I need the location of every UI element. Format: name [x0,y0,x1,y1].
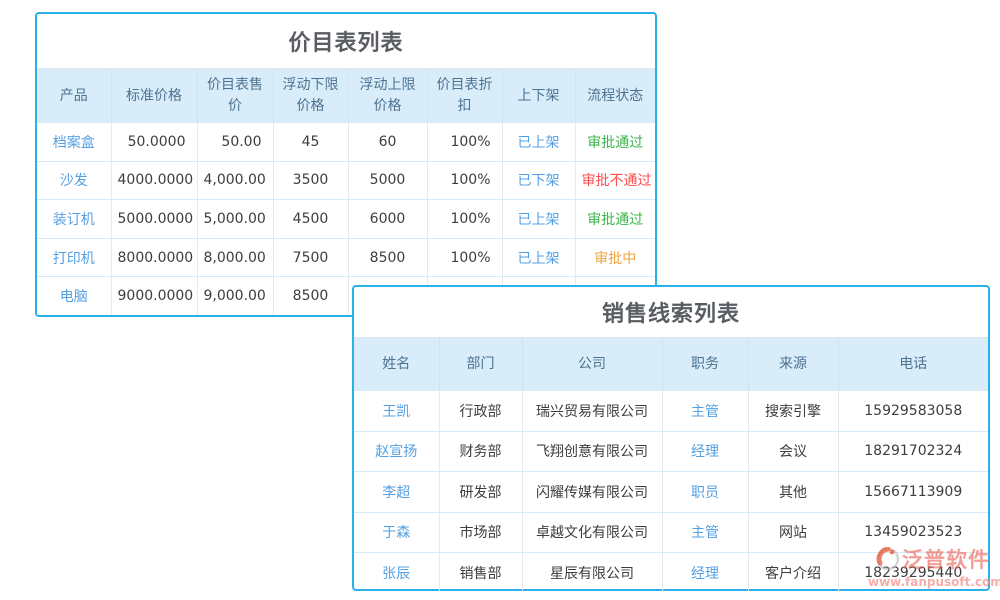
list-price-cell: 50.00 [197,123,273,162]
position-link[interactable]: 主管 [662,391,748,432]
floor-price-cell: 4500 [273,200,348,239]
company-cell: 瑞兴贸易有限公司 [522,391,662,432]
floor-price-cell: 8500 [273,277,348,316]
sales-leads-table: 姓名 部门 公司 职务 来源 电话 王凯 行政部 瑞兴贸易有限公司 主管 搜索引… [354,337,988,593]
position-link[interactable]: 职员 [662,472,748,513]
phone-cell: 15667113909 [838,472,988,513]
lead-row: 张辰 销售部 星辰有限公司 经理 客户介绍 18239295440 [354,553,988,594]
col-header-shelf-status: 上下架 [502,69,575,123]
flow-status-badge: 审批中 [575,238,655,277]
department-cell: 销售部 [439,553,522,594]
position-link[interactable]: 主管 [662,512,748,553]
sales-leads-title: 销售线索列表 [354,287,988,337]
shelf-status-link[interactable]: 已上架 [502,123,575,162]
shelf-status-link[interactable]: 已上架 [502,238,575,277]
price-table-row: 打印机 8000.0000 8,000.00 7500 8500 100% 已上… [37,238,655,277]
floor-price-cell: 45 [273,123,348,162]
price-table-row: 档案盒 50.0000 50.00 45 60 100% 已上架 审批通过 [37,123,655,162]
company-cell: 星辰有限公司 [522,553,662,594]
department-cell: 财务部 [439,431,522,472]
list-price-cell: 5,000.00 [197,200,273,239]
ceiling-price-cell: 8500 [348,238,427,277]
list-price-cell: 4,000.00 [197,161,273,200]
page-background: 价目表列表 产品 标准价格 价目表售价 浮动下限价格 浮动上限价格 价目表折扣 … [0,0,1000,600]
product-link[interactable]: 打印机 [37,238,111,277]
col-header-position: 职务 [662,338,748,391]
price-table-row: 沙发 4000.0000 4,000.00 3500 5000 100% 已下架… [37,161,655,200]
price-list-card: 价目表列表 产品 标准价格 价目表售价 浮动下限价格 浮动上限价格 价目表折扣 … [35,12,657,317]
discount-cell: 100% [427,200,502,239]
lead-row: 李超 研发部 闪耀传媒有限公司 职员 其他 15667113909 [354,472,988,513]
discount-cell: 100% [427,123,502,162]
col-header-name: 姓名 [354,338,439,391]
standard-price-cell: 50.0000 [111,123,197,162]
col-header-phone: 电话 [838,338,988,391]
department-cell: 研发部 [439,472,522,513]
price-list-table: 产品 标准价格 价目表售价 浮动下限价格 浮动上限价格 价目表折扣 上下架 流程… [37,68,655,315]
shelf-status-link[interactable]: 已下架 [502,161,575,200]
source-cell: 其他 [748,472,838,513]
col-header-ceiling-price: 浮动上限价格 [348,69,427,123]
ceiling-price-cell: 6000 [348,200,427,239]
lead-name-link[interactable]: 张辰 [354,553,439,594]
col-header-department: 部门 [439,338,522,391]
shelf-status-link[interactable]: 已上架 [502,200,575,239]
price-list-header-row: 产品 标准价格 价目表售价 浮动下限价格 浮动上限价格 价目表折扣 上下架 流程… [37,69,655,123]
lead-name-link[interactable]: 王凯 [354,391,439,432]
department-cell: 市场部 [439,512,522,553]
product-link[interactable]: 电脑 [37,277,111,316]
ceiling-price-cell: 60 [348,123,427,162]
discount-cell: 100% [427,161,502,200]
source-cell: 客户介绍 [748,553,838,594]
ceiling-price-cell: 5000 [348,161,427,200]
sales-leads-card: 销售线索列表 姓名 部门 公司 职务 来源 电话 王凯 行政部 [352,285,990,591]
product-link[interactable]: 沙发 [37,161,111,200]
flow-status-badge: 审批通过 [575,123,655,162]
col-header-discount: 价目表折扣 [427,69,502,123]
department-cell: 行政部 [439,391,522,432]
standard-price-cell: 8000.0000 [111,238,197,277]
lead-row: 王凯 行政部 瑞兴贸易有限公司 主管 搜索引擎 15929583058 [354,391,988,432]
price-table-row: 装订机 5000.0000 5,000.00 4500 6000 100% 已上… [37,200,655,239]
price-list-title: 价目表列表 [37,14,655,68]
product-link[interactable]: 装订机 [37,200,111,239]
col-header-company: 公司 [522,338,662,391]
source-cell: 搜索引擎 [748,391,838,432]
lead-name-link[interactable]: 赵宣扬 [354,431,439,472]
position-link[interactable]: 经理 [662,553,748,594]
lead-row: 于森 市场部 卓越文化有限公司 主管 网站 13459023523 [354,512,988,553]
flow-status-badge: 审批不通过 [575,161,655,200]
phone-cell: 15929583058 [838,391,988,432]
col-header-flow-status: 流程状态 [575,69,655,123]
col-header-floor-price: 浮动下限价格 [273,69,348,123]
lead-name-link[interactable]: 李超 [354,472,439,513]
company-cell: 卓越文化有限公司 [522,512,662,553]
standard-price-cell: 5000.0000 [111,200,197,239]
phone-cell: 18239295440 [838,553,988,594]
sales-leads-header-row: 姓名 部门 公司 职务 来源 电话 [354,338,988,391]
col-header-list-price: 价目表售价 [197,69,273,123]
discount-cell: 100% [427,238,502,277]
col-header-source: 来源 [748,338,838,391]
lead-name-link[interactable]: 于森 [354,512,439,553]
floor-price-cell: 7500 [273,238,348,277]
standard-price-cell: 4000.0000 [111,161,197,200]
floor-price-cell: 3500 [273,161,348,200]
flow-status-badge: 审批通过 [575,200,655,239]
standard-price-cell: 9000.0000 [111,277,197,316]
lead-row: 赵宣扬 财务部 飞翔创意有限公司 经理 会议 18291702324 [354,431,988,472]
company-cell: 飞翔创意有限公司 [522,431,662,472]
col-header-product: 产品 [37,69,111,123]
list-price-cell: 8,000.00 [197,238,273,277]
phone-cell: 13459023523 [838,512,988,553]
source-cell: 网站 [748,512,838,553]
company-cell: 闪耀传媒有限公司 [522,472,662,513]
phone-cell: 18291702324 [838,431,988,472]
position-link[interactable]: 经理 [662,431,748,472]
col-header-standard-price: 标准价格 [111,69,197,123]
product-link[interactable]: 档案盒 [37,123,111,162]
source-cell: 会议 [748,431,838,472]
list-price-cell: 9,000.00 [197,277,273,316]
